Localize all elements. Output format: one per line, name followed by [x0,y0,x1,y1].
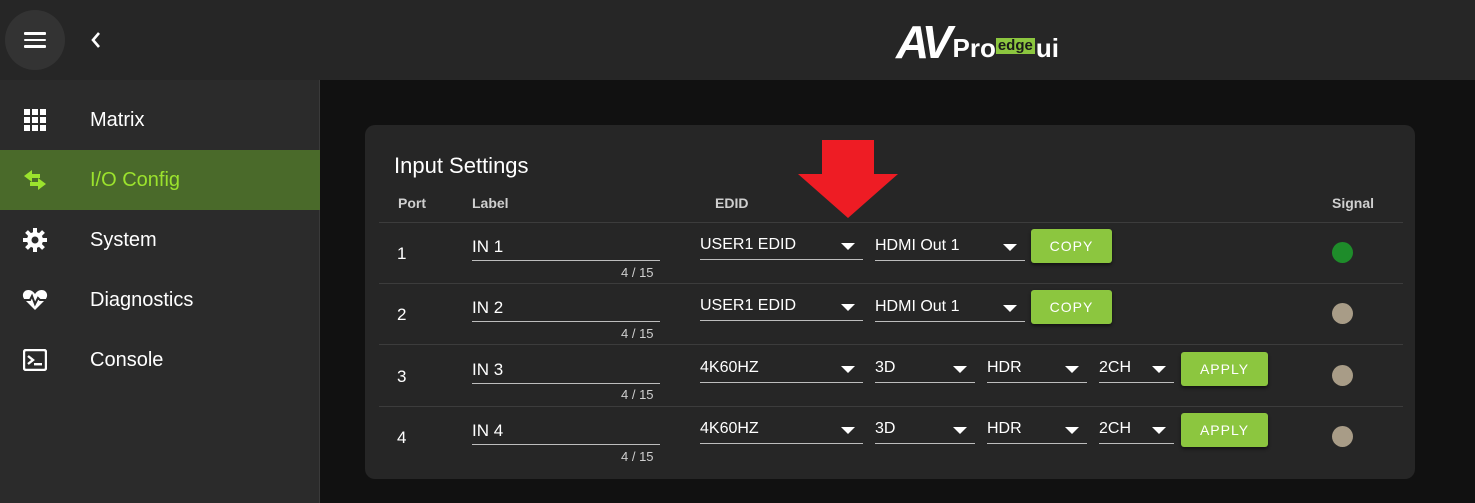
edid-select-value: USER1 EDID [700,297,797,314]
caret-down-icon [841,304,855,311]
sidebar-item-label: System [90,228,157,251]
port-number: 1 [397,244,407,263]
logo-av: AV [896,16,952,68]
swap-arrows-icon [22,168,48,192]
hamburger-icon [24,32,46,48]
chevron-left-icon [91,32,100,48]
heart-pulse-icon [22,288,48,312]
grid-icon [22,108,48,132]
copy-button[interactable]: COPY [1031,290,1112,324]
3d-select-value: 3D [875,420,896,437]
char-counter: 4 / 15 [621,326,654,341]
menu-button[interactable] [5,10,65,70]
sidebar-item-label: Matrix [90,108,145,131]
logo-ui: ui [1035,33,1059,63]
caret-down-icon [841,243,855,250]
caret-down-icon [1065,366,1079,373]
caret-down-icon [1152,366,1166,373]
signal-indicator [1332,303,1353,324]
copy-source-value: HDMI Out 1 [875,237,960,254]
caret-down-icon [841,427,855,434]
card-title: Input Settings [394,153,529,178]
audio-select-value: 2CH [1099,420,1132,437]
port-number: 2 [397,305,407,324]
gear-icon [22,228,48,252]
label-input[interactable]: IN 1 [472,231,660,261]
caret-down-icon [1152,427,1166,434]
sidebar-item-label: Diagnostics [90,288,194,311]
hdr-select[interactable]: HDR [987,414,1087,444]
edid-select[interactable]: 4K60HZ [700,414,863,444]
annotation-arrow-icon [798,140,898,218]
label-input[interactable]: IN 2 [472,292,660,322]
port-number: 4 [397,428,407,447]
sidebar-item-console[interactable]: Console [0,330,320,390]
label-input[interactable]: IN 3 [472,354,660,384]
copy-source-select[interactable]: HDMI Out 1 [875,231,1025,261]
logo-edge: edge [995,37,1035,54]
sidebar-item-label: Console [90,348,164,371]
3d-select-value: 3D [875,359,896,376]
top-bar: AV Pro edge ui [0,0,1475,80]
edid-select[interactable]: USER1 EDID [700,230,863,260]
apply-button[interactable]: APPLY [1181,413,1268,447]
sidebar: Matrix I/O Config System Diagnostics Con… [0,80,320,503]
sidebar-item-io-config[interactable]: I/O Config [0,150,320,210]
char-counter: 4 / 15 [621,387,654,402]
sidebar-item-label: I/O Config [90,168,181,191]
edid-select-value: USER1 EDID [700,236,797,253]
column-header-label: Label [472,195,509,211]
label-input[interactable]: IN 4 [472,415,660,445]
caret-down-icon [953,366,967,373]
column-header-edid: EDID [715,195,749,211]
app-logo: AV Pro edge ui [896,14,1059,66]
caret-down-icon [1065,427,1079,434]
caret-down-icon [953,427,967,434]
port-number: 3 [397,367,407,386]
caret-down-icon [841,366,855,373]
sidebar-item-matrix[interactable]: Matrix [0,90,320,150]
terminal-icon [22,348,48,372]
sidebar-item-diagnostics[interactable]: Diagnostics [0,270,320,330]
logo-pro: Pro [952,33,996,63]
signal-indicator [1332,242,1353,263]
divider [379,344,1403,345]
3d-select[interactable]: 3D [875,414,975,444]
divider [379,406,1403,407]
audio-select[interactable]: 2CH [1099,353,1174,383]
3d-select[interactable]: 3D [875,353,975,383]
copy-button[interactable]: COPY [1031,229,1112,263]
edid-select-value: 4K60HZ [700,420,759,437]
caret-down-icon [1003,305,1017,312]
edid-select[interactable]: USER1 EDID [700,291,863,321]
apply-button[interactable]: APPLY [1181,352,1268,386]
signal-indicator [1332,426,1353,447]
edid-select-value: 4K60HZ [700,359,759,376]
char-counter: 4 / 15 [621,449,654,464]
divider [379,222,1403,223]
back-button[interactable] [82,26,110,54]
hdr-select-value: HDR [987,359,1022,376]
copy-source-select[interactable]: HDMI Out 1 [875,292,1025,322]
char-counter: 4 / 15 [621,265,654,280]
column-header-signal: Signal [1332,195,1375,211]
hdr-select[interactable]: HDR [987,353,1087,383]
hdr-select-value: HDR [987,420,1022,437]
copy-source-value: HDMI Out 1 [875,298,960,315]
divider [379,283,1403,284]
sidebar-item-system[interactable]: System [0,210,320,270]
audio-select-value: 2CH [1099,359,1132,376]
signal-indicator [1332,365,1353,386]
caret-down-icon [1003,244,1017,251]
edid-select[interactable]: 4K60HZ [700,353,863,383]
column-header-port: Port [398,195,426,211]
audio-select[interactable]: 2CH [1099,414,1174,444]
